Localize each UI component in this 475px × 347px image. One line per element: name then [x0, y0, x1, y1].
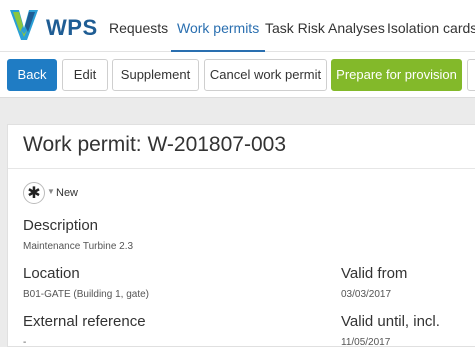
top-navbar: WPS Requests Work permits Task Risk Anal…: [0, 0, 475, 52]
asterisk-status-icon[interactable]: ✱: [23, 182, 45, 204]
description-value: Maintenance Turbine 2.3: [23, 241, 134, 252]
valid-until-value: 11/05/2017: [341, 337, 391, 347]
valid-until-label: Valid until, incl.: [341, 313, 440, 330]
nav-requests-label: Requests: [109, 20, 169, 36]
back-button[interactable]: Back: [7, 59, 57, 91]
external-reference-label: External reference: [23, 313, 146, 330]
nav-task-risk-analyses[interactable]: Task Risk Analyses: [265, 0, 385, 52]
nav-work-permits[interactable]: Work permits: [171, 0, 266, 52]
card-divider: [8, 168, 475, 169]
logo-text: WPS: [46, 15, 98, 40]
nav-work-permits-label: Work permits: [177, 20, 260, 36]
nav-requests[interactable]: Requests: [109, 0, 168, 52]
location-label: Location: [23, 265, 80, 282]
location-value: B01-GATE (Building 1, gate): [23, 289, 149, 300]
nav-isolation-cards-label: Isolation cards: [387, 20, 475, 36]
prepare-for-provision-button[interactable]: Prepare for provision: [331, 59, 462, 91]
nav-task-risk-analyses-label: Task Risk Analyses: [265, 20, 385, 36]
valid-from-value: 03/03/2017: [341, 289, 392, 300]
supplement-button[interactable]: Supplement: [112, 59, 199, 91]
edit-button[interactable]: Edit: [62, 59, 108, 91]
status-badge: New: [56, 187, 79, 199]
cancel-work-permit-button[interactable]: Cancel work permit: [204, 59, 327, 91]
valid-from-label: Valid from: [341, 265, 408, 282]
nav-isolation-cards[interactable]: Isolation cards: [387, 0, 475, 52]
more-actions-button[interactable]: [467, 59, 475, 91]
wps-logo[interactable]: WPS: [7, 6, 97, 46]
page-title: Work permit: W-201807-003: [23, 133, 287, 156]
wps-shield-icon: [10, 10, 38, 40]
action-toolbar: Back Edit Supplement Cancel work permit …: [0, 52, 475, 98]
caret-down-icon[interactable]: ▼: [47, 187, 55, 196]
work-permit-card: Work permit: W-201807-003 ✱ ▼ New Descri…: [7, 124, 475, 347]
external-reference-value: -: [23, 337, 27, 347]
description-label: Description: [23, 217, 99, 234]
